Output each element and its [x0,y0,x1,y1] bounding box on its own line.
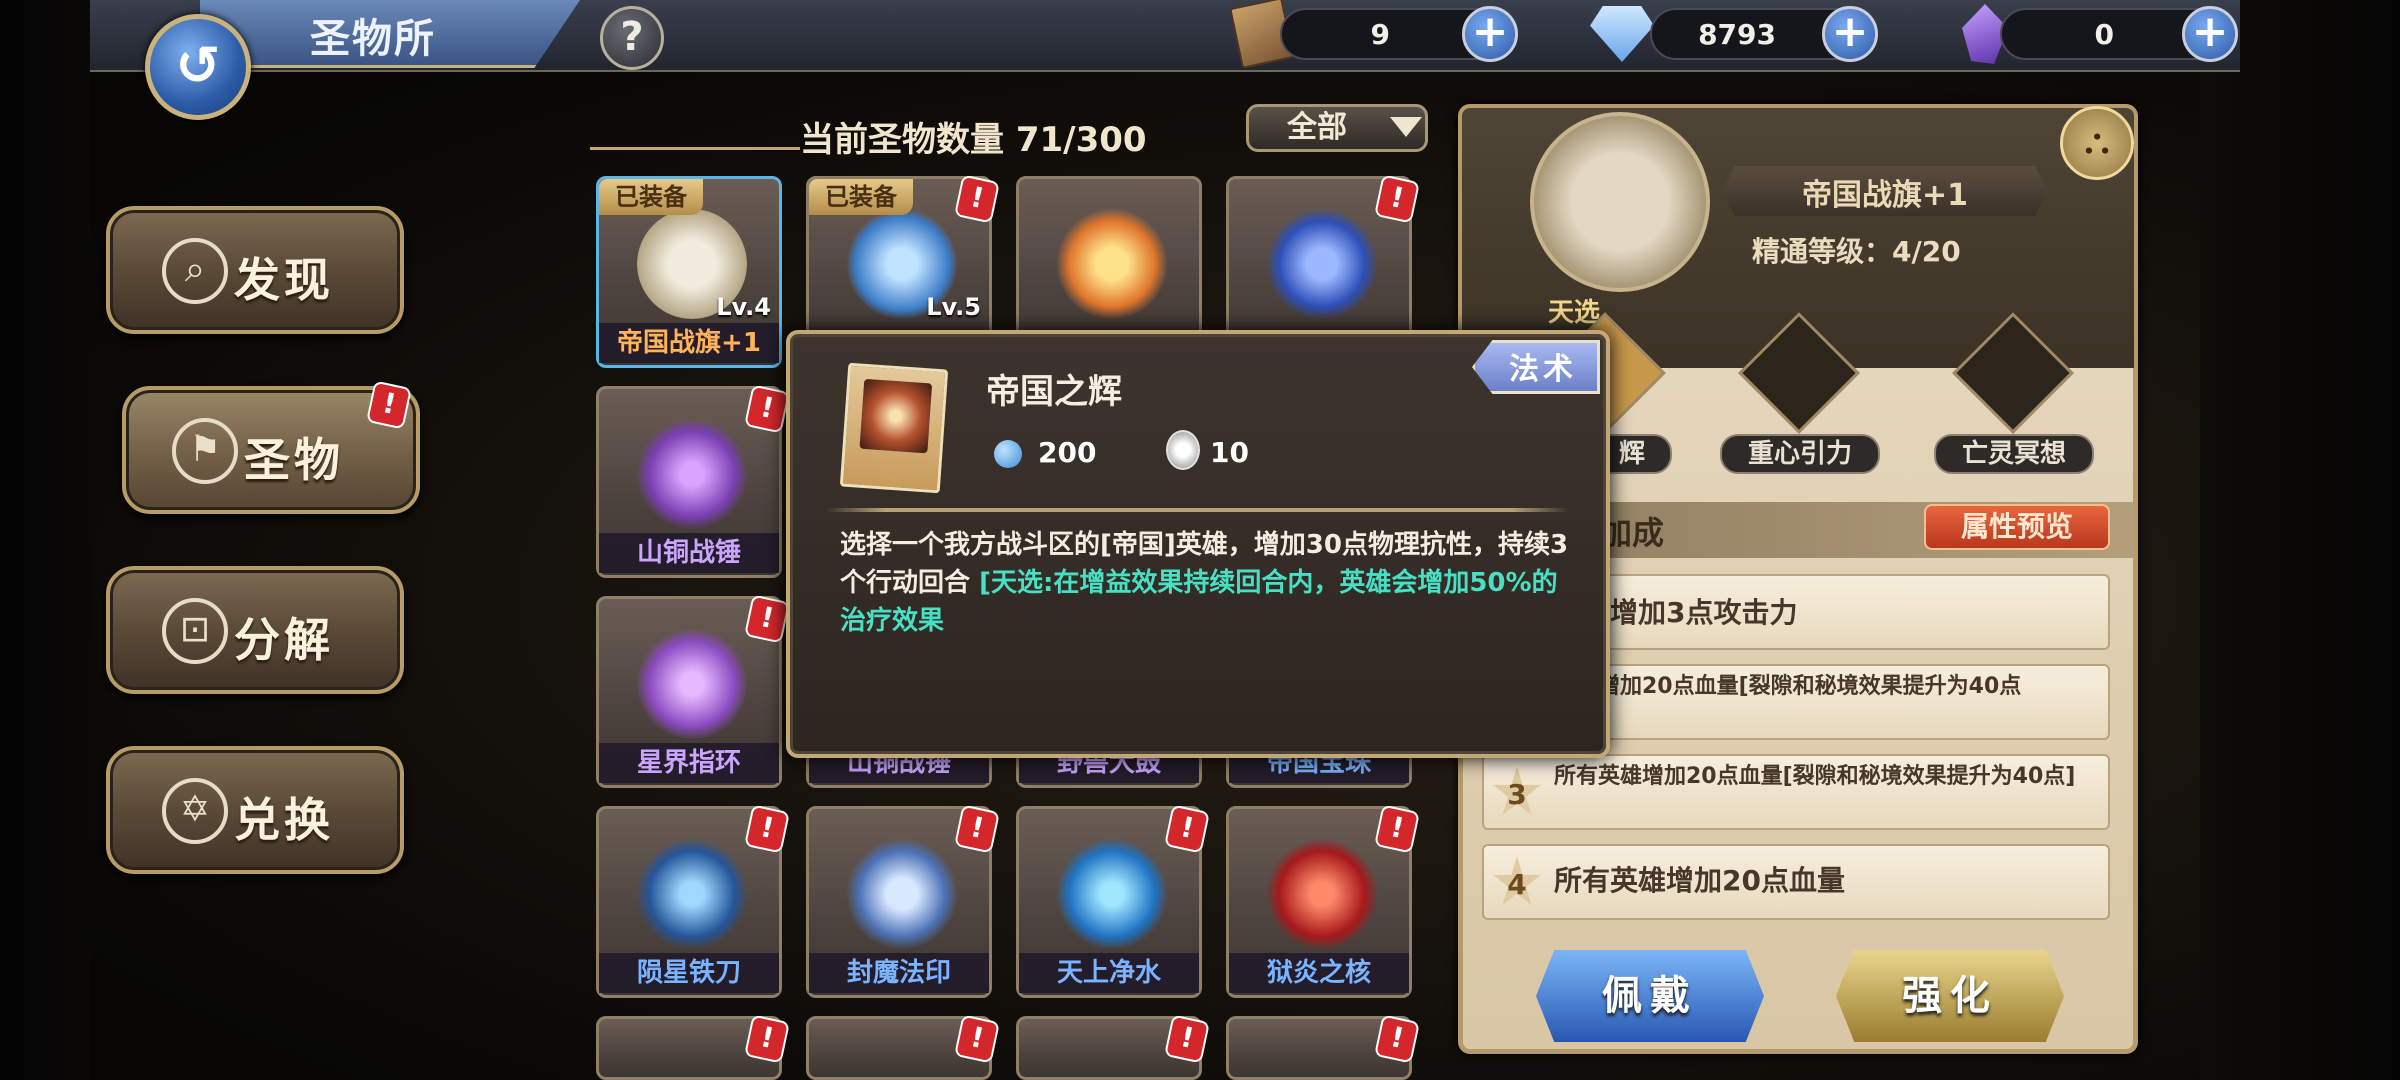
relic-name: 星界指环 [599,743,779,783]
list-header-ornament [590,100,800,150]
right-letterbox [2200,0,2400,1080]
resource-crystal-value: 0 [2094,18,2114,51]
relic-name: 狱炎之核 [1229,953,1409,993]
bonus-text: 英雄增加3点攻击力 [1554,596,1798,629]
bonus-text: 英雄增加20点血量[裂隙和秘境效果提升为40点 [1554,674,2022,699]
skill-duration: 10 [1210,436,1249,469]
relic-count-label: 当前圣物数量 71/300 [800,120,1147,160]
relic-level: Lv.4 [716,293,771,321]
page-title: 圣物所 [310,16,436,62]
menu-decompose-label: 分解 [234,613,334,667]
bonus-text: 所有英雄增加20点血量[裂隙和秘境效果提升为40点] [1554,764,2076,789]
menu-relic-label: 圣物 [244,433,344,487]
menu-exchange-label: 兑换 [234,793,334,847]
menu-discover-label: 发现 [234,253,334,307]
water-flask-icon [1057,839,1167,949]
relic-card[interactable]: 已装备 Lv.4 帝国战旗+1 [596,176,782,368]
menu-exchange-button[interactable]: ✡ 兑换 [106,746,404,874]
relic-name: 帝国战旗+1 [599,323,779,363]
skill-label: 重心引力 [1720,434,1880,474]
help-button[interactable]: ? [600,6,664,70]
bonus-row: 4 所有英雄增加20点血量 [1482,844,2110,920]
back-button[interactable]: ↺ [145,14,251,120]
fire-core-icon [1267,839,1377,949]
attribute-preview-button[interactable]: 属性预览 [1924,504,2110,550]
mana-gem-icon [994,440,1022,468]
exchange-icon: ✡ [162,778,228,844]
relic-icon: ⚑ [172,418,238,484]
equip-button[interactable]: 佩戴 [1536,950,1764,1042]
add-crystal-button[interactable]: + [2182,6,2238,62]
tooltip-divider [826,508,1570,512]
lock-button[interactable]: ⛬ [2060,106,2134,180]
feather-icon [1057,209,1167,319]
resource-scroll-value: 9 [1370,18,1390,51]
add-scroll-button[interactable]: + [1462,6,1518,62]
stopwatch-icon [1166,430,1200,470]
detail-relic-name: 帝国战旗+1 [1801,178,1968,213]
bonus-row: 3 所有英雄增加20点血量[裂隙和秘境效果提升为40点] [1482,754,2110,830]
mastery-level: 精通等级：4/20 [1752,235,1961,268]
decompose-icon: ⊡ [162,598,228,664]
relic-name: 天上净水 [1019,953,1199,993]
seal-icon [847,839,957,949]
upgrade-button[interactable]: 强化 [1836,950,2064,1042]
relic-name: 山铜战锤 [599,533,779,573]
skill-cost: 200 [1038,436,1097,469]
skill-type-tag: 法术 [1472,340,1600,394]
orb-icon [1267,209,1377,319]
blade-icon [637,839,747,949]
equipped-tag: 已装备 [599,179,703,215]
skill-card-image [839,362,949,494]
hammer-icon [637,419,747,529]
bonus-star-number: 4 [1493,856,1541,906]
relic-level: Lv.5 [926,293,981,321]
back-arrow-icon: ↺ [175,34,221,97]
ring-icon [637,629,747,739]
menu-discover-button[interactable]: ⌕ 发现 [106,206,404,334]
relic-name: 陨星铁刀 [599,953,779,993]
tooltip-skill-name: 帝国之辉 [986,372,1122,412]
tooltip-description: 选择一个我方战斗区的[帝国]英雄，增加30点物理抗性，持续3个行动回合 [天选:… [840,526,1570,640]
bonus-star-number: 3 [1493,766,1541,816]
tower-icon [859,378,933,454]
chevron-down-icon [1390,117,1422,137]
add-gem-button[interactable]: + [1822,6,1878,62]
bonus-text: 所有英雄增加20点血量 [1554,864,1845,897]
menu-decompose-button[interactable]: ⊡ 分解 [106,566,404,694]
relic-name: 封魔法印 [809,953,989,993]
flag-icon [1530,112,1710,292]
equipped-tag: 已装备 [809,179,913,215]
search-icon: ⌕ [162,238,228,304]
skill-label: 亡灵冥想 [1934,434,2094,474]
left-letterbox [0,0,90,1080]
resource-gem-value: 8793 [1698,18,1776,51]
